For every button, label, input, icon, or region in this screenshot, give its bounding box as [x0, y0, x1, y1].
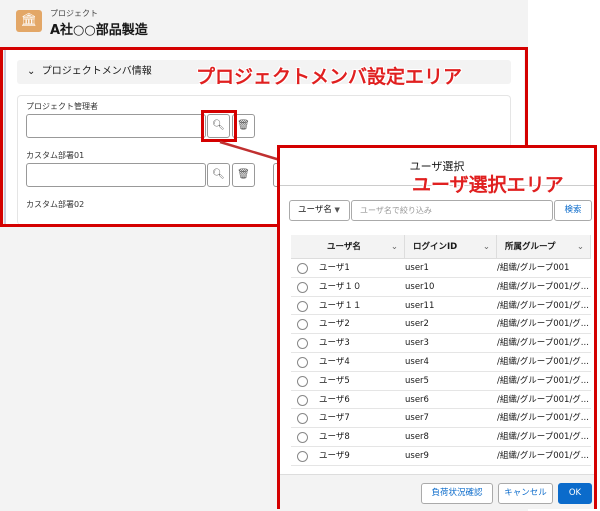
cell-group: /組織/グループ001/グ...	[497, 432, 589, 443]
row-radio[interactable]	[297, 450, 308, 462]
row-radio[interactable]	[297, 338, 308, 350]
column-header-name[interactable]: ユーザ名 ⌄	[291, 235, 405, 258]
row-radio[interactable]	[297, 432, 308, 444]
cell-name: ユーザ4	[319, 356, 350, 367]
row-radio[interactable]	[297, 263, 308, 274]
cell-group: /組織/グループ001/グ...	[497, 319, 589, 330]
column-header-group[interactable]: 所属グループ ⌄	[497, 235, 591, 258]
filter-input[interactable]: ユーザ名で絞り込み	[351, 200, 553, 221]
table-header: ユーザ名 ⌄ ログインID ⌄ 所属グループ ⌄	[291, 235, 591, 259]
row-radio[interactable]	[297, 375, 308, 387]
cell-name: ユーザ１０	[319, 281, 362, 292]
chevron-down-icon: ⌄	[482, 242, 490, 252]
row-radio[interactable]	[297, 300, 308, 312]
table-row[interactable]: ユーザ2 user2/組織/グループ001/グ...	[291, 315, 591, 335]
filter-field-select[interactable]: ユーザ名 ▼	[289, 200, 350, 221]
cell-name: ユーザ7	[319, 413, 350, 424]
user-table: ユーザ名 ⌄ ログインID ⌄ 所属グループ ⌄ ユーザ1 user1/組織/グループ0…	[291, 235, 591, 466]
load-check-button[interactable]: 負荷状況確認	[421, 483, 493, 504]
cell-group: /組織/グループ001/グ...	[497, 394, 589, 405]
cell-name: ユーザ8	[319, 432, 350, 443]
row-radio[interactable]	[297, 356, 308, 368]
table-row[interactable]: ユーザ4 user4/組織/グループ001/グ...	[291, 353, 591, 372]
cell-login: user3	[405, 338, 429, 349]
filter-field-value: ユーザ名	[298, 205, 332, 215]
cell-group: /組織/グループ001/グ...	[497, 338, 589, 349]
column-header-login[interactable]: ログインID ⌄	[405, 235, 497, 258]
ok-button[interactable]: OK	[558, 483, 592, 504]
annotation-user-area: ユーザ選択エリア	[412, 174, 564, 196]
caret-down-icon: ▼	[334, 206, 340, 214]
search-button[interactable]: 検索	[554, 200, 592, 221]
cell-login: user8	[405, 432, 429, 443]
table-row[interactable]: ユーザ１１ user11/組織/グループ001/グ...	[291, 297, 591, 316]
chevron-down-icon: ⌄	[576, 242, 584, 252]
cell-login: user9	[405, 450, 429, 461]
cell-name: ユーザ2	[319, 319, 350, 330]
chevron-down-icon: ⌄	[390, 242, 398, 252]
table-row[interactable]: ユーザ8 user8/組織/グループ001/グ...	[291, 428, 591, 447]
cell-name: ユーザ1	[319, 263, 350, 273]
cell-group: /組織/グループ001/グ...	[497, 356, 589, 367]
row-radio[interactable]	[297, 413, 308, 425]
cell-login: user5	[405, 375, 429, 386]
annotation-member-area: プロジェクトメンバ設定エリア	[196, 66, 463, 88]
cell-name: ユーザ１１	[319, 300, 362, 311]
cell-group: /組織/グループ001/グ...	[497, 450, 589, 461]
cell-login: user6	[405, 394, 429, 405]
cell-login: user11	[405, 300, 435, 311]
cell-name: ユーザ3	[319, 338, 350, 349]
cell-name: ユーザ9	[319, 450, 350, 461]
modal-footer: 負荷状況確認 キャンセル OK	[280, 474, 594, 509]
cancel-button[interactable]: キャンセル	[498, 483, 553, 504]
cell-group: /組織/グループ001/グ...	[497, 300, 589, 311]
table-row[interactable]: ユーザ5 user5/組織/グループ001/グ...	[291, 372, 591, 391]
row-radio[interactable]	[297, 319, 308, 331]
table-row[interactable]: ユーザ１０ user10/組織/グループ001/グ...	[291, 278, 591, 297]
cell-login: user7	[405, 413, 429, 424]
user-select-modal: ユーザ選択 ユーザ名 ▼ ユーザ名で絞り込み 検索 ユーザ名 ⌄ ログインID ⌄ …	[277, 145, 597, 509]
table-row[interactable]: ユーザ1 user1/組織/グループ001	[291, 259, 591, 278]
row-radio[interactable]	[297, 394, 308, 406]
cell-login: user1	[405, 263, 429, 273]
table-row[interactable]: ユーザ9 user9/組織/グループ001/グ...	[291, 447, 591, 466]
cell-group: /組織/グループ001/グ...	[497, 281, 589, 292]
table-row[interactable]: ユーザ6 user6/組織/グループ001/グ...	[291, 391, 591, 410]
cell-group: /組織/グループ001/グ...	[497, 413, 589, 424]
table-row[interactable]: ユーザ3 user3/組織/グループ001/グ...	[291, 334, 591, 353]
cell-name: ユーザ6	[319, 394, 350, 405]
table-row[interactable]: ユーザ7 user7/組織/グループ001/グ...	[291, 409, 591, 429]
cell-login: user4	[405, 356, 429, 367]
cell-name: ユーザ5	[319, 375, 350, 386]
cell-login: user10	[405, 281, 435, 292]
cell-group: /組織/グループ001/グ...	[497, 375, 589, 386]
row-radio[interactable]	[297, 281, 308, 293]
cell-login: user2	[405, 319, 429, 330]
cell-group: /組織/グループ001	[497, 263, 570, 273]
